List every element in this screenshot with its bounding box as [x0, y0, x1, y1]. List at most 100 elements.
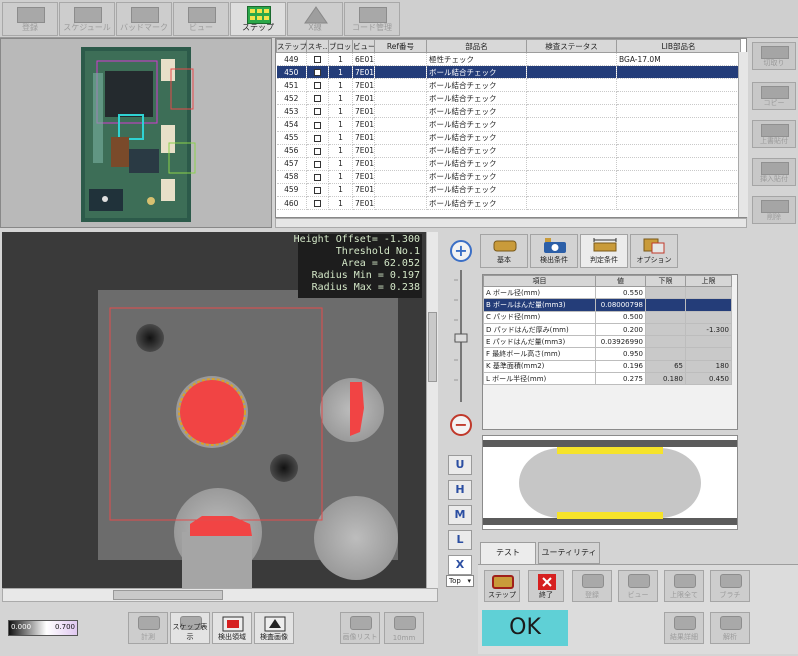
- skip-checkbox[interactable]: [314, 82, 321, 90]
- param-lower-cell[interactable]: [645, 285, 686, 300]
- zoom-in-button[interactable]: +: [450, 240, 472, 262]
- skip-checkbox-cell[interactable]: [306, 104, 329, 119]
- param-upper-cell[interactable]: -1.300: [685, 322, 732, 337]
- tab-utility[interactable]: ユーティリティ: [538, 542, 600, 564]
- measure-button[interactable]: 計測: [128, 612, 168, 644]
- zoom-u-button[interactable]: U: [448, 455, 472, 475]
- table-row[interactable]: 450 1 7E01 ボール結合チェック: [276, 65, 741, 80]
- skip-checkbox[interactable]: [314, 160, 321, 168]
- table-row[interactable]: 456 1 7E01 ボール結合チェック: [276, 144, 741, 158]
- param-value-cell[interactable]: 0.196: [595, 359, 646, 374]
- detect-area-button[interactable]: 検出領域: [212, 612, 252, 644]
- overwrite-paste-button[interactable]: 上書貼付: [752, 120, 796, 148]
- xray-image-view[interactable]: Height Offset= -1.300 Threshold No.1 Are…: [2, 232, 426, 588]
- test-register-button[interactable]: 登録: [572, 570, 612, 602]
- skip-checkbox-cell[interactable]: [306, 91, 329, 106]
- col-header-block[interactable]: ブロッ..: [328, 39, 353, 53]
- zoom-m-button[interactable]: M: [448, 505, 472, 525]
- pcb-thumbnail[interactable]: [1, 39, 271, 227]
- param-upper-cell[interactable]: 180: [685, 359, 732, 374]
- table-row[interactable]: 452 1 7E01 ボール結合チェック: [276, 91, 741, 106]
- param-upper-cell[interactable]: [685, 335, 732, 349]
- param-value-cell[interactable]: 0.03926990: [595, 335, 646, 349]
- param-row[interactable]: K 基準面積(mm2) 0.196 65 180: [483, 359, 732, 374]
- skip-checkbox-cell[interactable]: [306, 196, 329, 211]
- step-table[interactable]: ステップ スキ.. ブロッ.. ビュー Ref番号 部品名 検査ステータス LI…: [275, 38, 747, 218]
- param-value-cell[interactable]: 0.550: [595, 285, 646, 300]
- skip-checkbox-cell[interactable]: [306, 65, 329, 80]
- view-button[interactable]: ビュー: [173, 2, 229, 36]
- param-value-cell[interactable]: 0.200: [595, 322, 646, 337]
- result-detail-button[interactable]: 結果詳細: [664, 612, 704, 644]
- param-row[interactable]: D パッドはんだ厚み(mm) 0.200 -1.300: [483, 322, 732, 337]
- skip-checkbox[interactable]: [314, 134, 321, 142]
- col-header-part[interactable]: 部品名: [426, 39, 527, 53]
- copy-button[interactable]: コピー: [752, 82, 796, 110]
- register-button[interactable]: 登録: [2, 2, 58, 36]
- step-display-button[interactable]: スケップ表示: [170, 612, 210, 644]
- image-hscrollbar[interactable]: [2, 588, 438, 602]
- table-row[interactable]: 455 1 7E01 ボール結合チェック: [276, 131, 741, 145]
- table-row[interactable]: 449 1 6E01 極性チェック BGA-17.0M: [276, 52, 741, 67]
- skip-checkbox[interactable]: [314, 186, 321, 194]
- table-row[interactable]: 460 1 7E01 ボール結合チェック: [276, 196, 741, 211]
- skip-checkbox-cell[interactable]: [306, 52, 329, 67]
- skip-checkbox[interactable]: [314, 56, 321, 64]
- param-row[interactable]: C パッド径(mm) 0.500: [483, 310, 732, 324]
- test-batch-button[interactable]: ブラチ: [710, 570, 750, 602]
- zoom-h-button[interactable]: H: [448, 480, 472, 500]
- view-select[interactable]: Top ▾: [446, 575, 474, 587]
- param-lower-cell[interactable]: [645, 322, 686, 337]
- col-header-lib[interactable]: LIB部品名: [616, 39, 741, 53]
- skip-checkbox-cell[interactable]: [306, 131, 329, 145]
- skip-checkbox[interactable]: [314, 121, 321, 129]
- test-limit-all-button[interactable]: 上限全て: [664, 570, 704, 602]
- table-scrollbar[interactable]: [738, 52, 748, 217]
- xray-button[interactable]: X線: [287, 2, 343, 36]
- code-manage-button[interactable]: コード管理: [344, 2, 400, 36]
- table-hscrollbar[interactable]: [275, 218, 747, 228]
- badmark-button[interactable]: バッドマーク: [116, 2, 172, 36]
- param-lower-cell[interactable]: [645, 347, 686, 361]
- cut-button[interactable]: 切取り: [752, 42, 796, 70]
- image-hscroll-thumb[interactable]: [113, 590, 223, 600]
- param-value-cell[interactable]: 0.08000798: [595, 298, 646, 312]
- skip-checkbox[interactable]: [314, 147, 321, 155]
- param-row[interactable]: A ボール径(mm) 0.550: [483, 285, 732, 300]
- table-row[interactable]: 457 1 7E01 ボール結合チェック: [276, 157, 741, 171]
- test-step-button[interactable]: ステップ: [484, 570, 520, 602]
- skip-checkbox-cell[interactable]: [306, 78, 329, 93]
- col-header-step[interactable]: ステップ: [276, 39, 307, 53]
- tab-detect-condition[interactable]: 検出条件: [530, 234, 578, 268]
- param-lower-cell[interactable]: [645, 298, 686, 312]
- delete-button[interactable]: 削除: [752, 196, 796, 224]
- skip-checkbox[interactable]: [314, 173, 321, 181]
- zoom-out-button[interactable]: −: [450, 414, 472, 436]
- image-vscrollbar[interactable]: [426, 232, 438, 588]
- param-row[interactable]: F 最終ボール高さ(mm) 0.950: [483, 347, 732, 361]
- param-row[interactable]: L ボール半径(mm) 0.275 0.180 0.450: [483, 372, 732, 386]
- table-row[interactable]: 451 1 7E01 ボール結合チェック: [276, 78, 741, 93]
- step-button[interactable]: ステップ: [230, 2, 286, 36]
- param-row[interactable]: E パッドはんだ量(mm3) 0.03926990: [483, 335, 732, 349]
- skip-checkbox-cell[interactable]: [306, 157, 329, 171]
- col-header-ref[interactable]: Ref番号: [374, 39, 427, 53]
- col-header-skip[interactable]: スキ..: [306, 39, 329, 53]
- param-lower-cell[interactable]: [645, 335, 686, 349]
- judge-parameter-table[interactable]: 項目 値 下限 上限 A ボール径(mm) 0.550 B ボールはんだ量(mm3)…: [482, 274, 738, 430]
- zoom-l-button[interactable]: L: [448, 530, 472, 550]
- table-row[interactable]: 454 1 7E01 ボール結合チェック: [276, 117, 741, 132]
- param-upper-cell[interactable]: [685, 298, 732, 312]
- inspect-image-button[interactable]: 検査画像: [254, 612, 294, 644]
- param-upper-cell[interactable]: [685, 347, 732, 361]
- param-value-cell[interactable]: 0.275: [595, 372, 646, 386]
- tab-basic[interactable]: 基本: [480, 234, 528, 268]
- param-lower-cell[interactable]: [645, 310, 686, 324]
- tab-test[interactable]: テスト: [480, 542, 536, 564]
- zoom-slider[interactable]: [454, 270, 468, 402]
- param-lower-cell[interactable]: 0.180: [645, 372, 686, 386]
- skip-checkbox[interactable]: [314, 69, 321, 77]
- tab-option[interactable]: オプション: [630, 234, 678, 268]
- skip-checkbox-cell[interactable]: [306, 144, 329, 158]
- skip-checkbox-cell[interactable]: [306, 170, 329, 184]
